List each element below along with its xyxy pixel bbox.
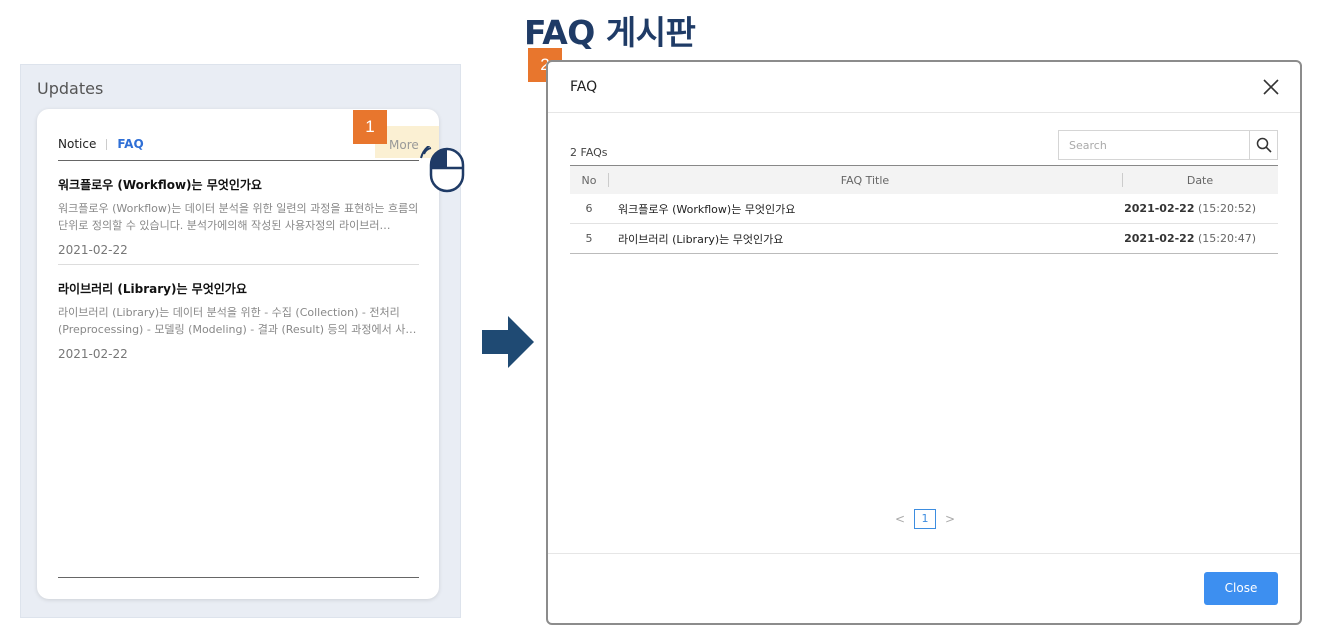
list-item[interactable]: 라이브러리 (Library)는 무엇인가요 라이브러리 (Library)는 …: [58, 280, 419, 361]
prev-page-button[interactable]: <: [894, 512, 906, 526]
updates-panel: Updates Notice FAQ More 워크플로우 (Workflow)…: [20, 64, 461, 618]
row-date: 2021-02-22 (15:20:47): [1122, 232, 1278, 245]
row-title[interactable]: 라이브러리 (Library)는 무엇인가요: [608, 231, 1122, 247]
row-no: 6: [585, 202, 593, 215]
faq-modal: FAQ 2 FAQs No FAQ Title Date 6 워크플로우 (Wo…: [546, 60, 1302, 625]
page-1-button[interactable]: 1: [914, 509, 936, 529]
list-item[interactable]: 워크플로우 (Workflow)는 무엇인가요 워크플로우 (Workflow)…: [58, 176, 419, 257]
item-description: 워크플로우 (Workflow)는 데이터 분석을 위한 일련의 과정을 표현하…: [58, 202, 419, 232]
page-title: FAQ 게시판: [524, 13, 696, 52]
right-arrow-icon: [482, 316, 534, 368]
updates-title: Updates: [37, 79, 104, 98]
card-divider-top: [58, 160, 419, 161]
close-button[interactable]: Close: [1204, 572, 1278, 605]
item-divider: [58, 264, 419, 265]
modal-header-divider: [548, 112, 1300, 113]
search-input[interactable]: [1059, 131, 1249, 159]
item-title: 라이브러리 (Library)는 무엇인가요: [58, 282, 247, 296]
item-description: 라이브러리 (Library)는 데이터 분석을 위한 - 수집 (Collec…: [58, 306, 417, 336]
tab-faq[interactable]: FAQ: [117, 137, 143, 151]
column-header-no: No: [581, 173, 597, 187]
step-badge-1: 1: [353, 110, 387, 144]
search-button[interactable]: [1249, 131, 1277, 159]
faq-table: No FAQ Title Date 6 워크플로우 (Workflow)는 무엇…: [570, 165, 1278, 254]
search-box: [1058, 130, 1278, 160]
item-date: 2021-02-22: [58, 243, 128, 257]
row-time: (15:20:52): [1198, 202, 1256, 215]
card-divider-bottom: [58, 577, 419, 578]
row-time: (15:20:47): [1198, 232, 1256, 245]
row-date-value: 2021-02-22: [1124, 202, 1195, 215]
row-no: 5: [585, 232, 593, 245]
modal-footer-divider: [548, 553, 1300, 554]
tab-notice[interactable]: Notice: [58, 137, 96, 151]
column-divider: [608, 173, 609, 187]
table-header: No FAQ Title Date: [570, 165, 1278, 194]
column-divider: [1122, 173, 1123, 187]
row-title[interactable]: 워크플로우 (Workflow)는 무엇인가요: [608, 201, 1122, 217]
column-header-title: FAQ Title: [840, 173, 890, 187]
next-page-button[interactable]: >: [944, 512, 956, 526]
table-row[interactable]: 5 라이브러리 (Library)는 무엇인가요 2021-02-22 (15:…: [570, 224, 1278, 254]
updates-card: Notice FAQ More 워크플로우 (Workflow)는 무엇인가요 …: [37, 109, 439, 599]
close-icon[interactable]: [1262, 78, 1280, 96]
item-date: 2021-02-22: [58, 347, 128, 361]
mouse-click-icon: [420, 146, 465, 193]
row-date: 2021-02-22 (15:20:52): [1122, 202, 1278, 215]
search-icon: [1256, 137, 1272, 153]
tab-divider: [106, 138, 108, 150]
pagination: < 1 >: [894, 509, 956, 529]
row-date-value: 2021-02-22: [1124, 232, 1195, 245]
item-title: 워크플로우 (Workflow)는 무엇인가요: [58, 178, 262, 192]
updates-tabs: Notice FAQ: [58, 137, 144, 151]
column-header-date: Date: [1186, 173, 1214, 187]
table-row[interactable]: 6 워크플로우 (Workflow)는 무엇인가요 2021-02-22 (15…: [570, 194, 1278, 224]
modal-title: FAQ: [570, 79, 598, 95]
faq-count: 2 FAQs: [570, 146, 608, 159]
